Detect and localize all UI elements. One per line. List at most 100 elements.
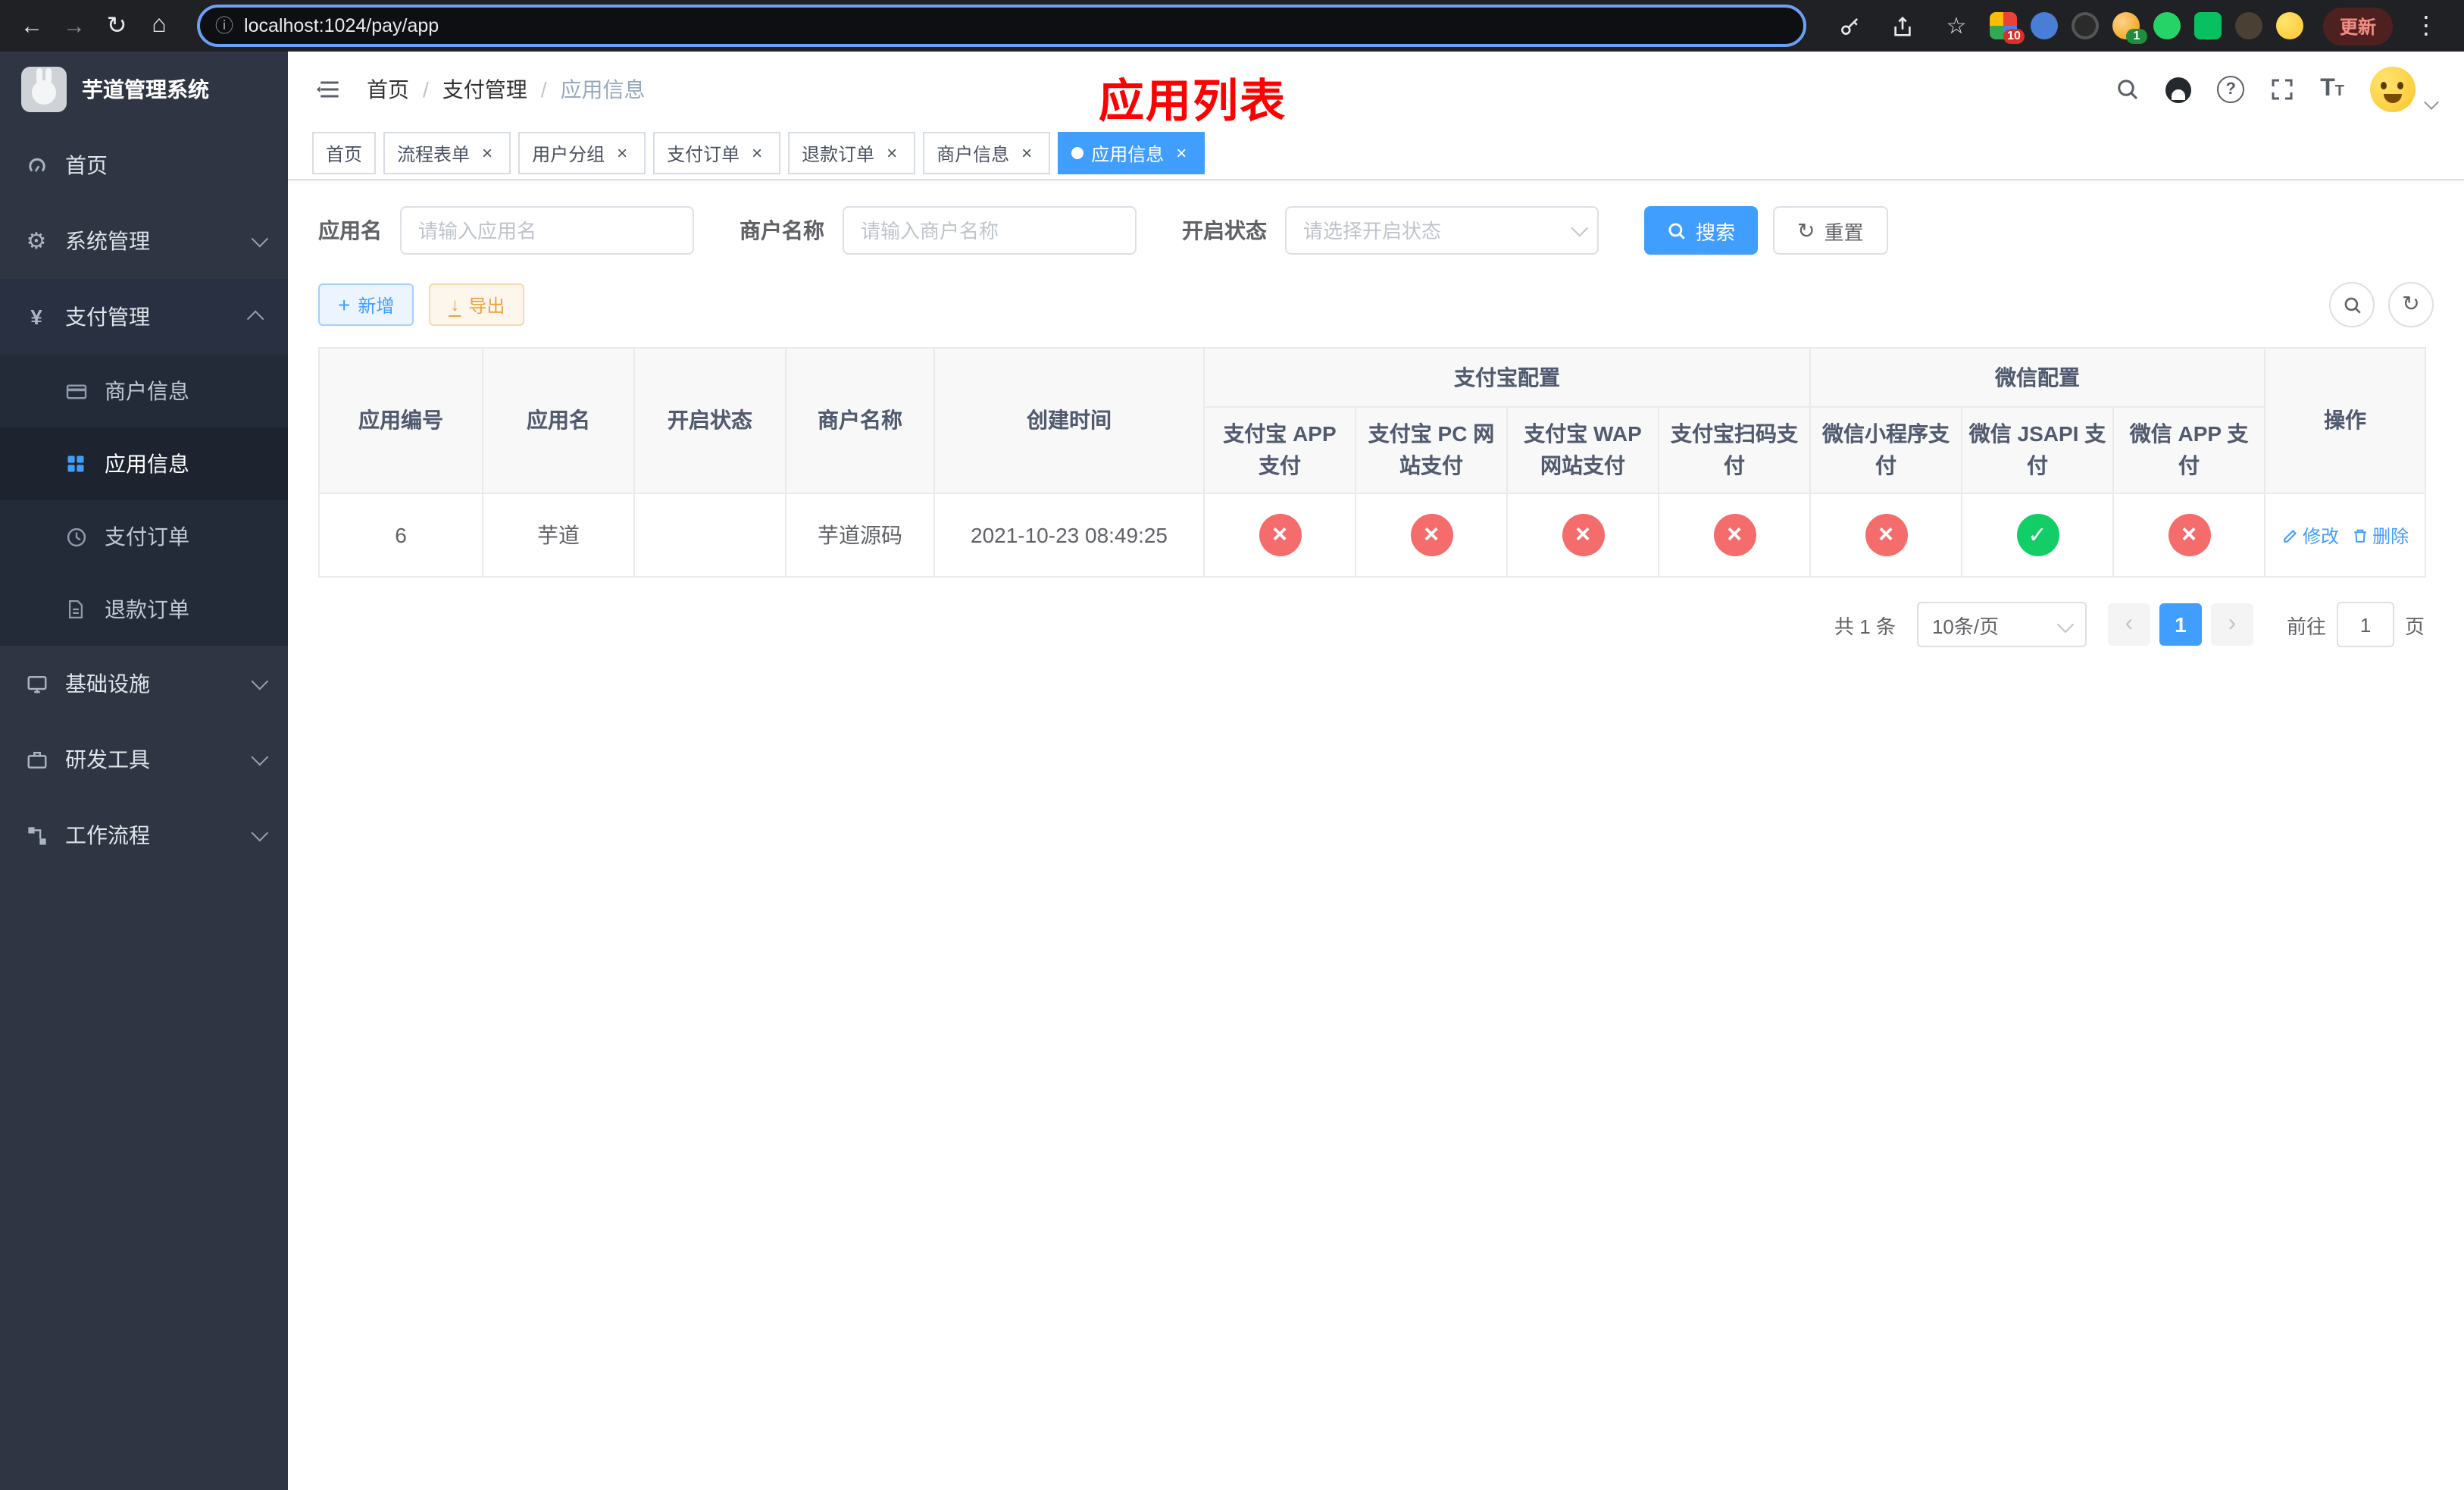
sidebar-item-workflow[interactable]: 工作流程: [0, 797, 288, 873]
pagination-total: 共 1 条: [1834, 615, 1896, 637]
page-1-button[interactable]: 1: [2159, 603, 2202, 646]
reset-button[interactable]: 重置: [1773, 206, 1888, 255]
status-label: 开启状态: [1182, 218, 1267, 243]
browser-toolbar: localhost:1024/pay/app 10 1: [0, 0, 2464, 52]
url-text[interactable]: localhost:1024/pay/app: [244, 15, 439, 36]
tab-label: 用户分组: [532, 143, 605, 164]
export-button[interactable]: 导出: [429, 283, 525, 326]
breadcrumb-section[interactable]: 支付管理: [442, 74, 527, 105]
col-header-merchant: 商户名称: [785, 347, 935, 494]
extension-icon[interactable]: 10: [1989, 12, 2025, 44]
close-icon[interactable]: [1171, 143, 1191, 163]
app-logo-row[interactable]: 芋道管理系统: [0, 52, 288, 127]
github-icon[interactable]: [2165, 77, 2192, 102]
tab-merchant-info[interactable]: 商户信息: [923, 132, 1051, 174]
header-actions: [2115, 67, 2439, 112]
refresh-icon: [2402, 291, 2419, 318]
refresh-table-button[interactable]: [2388, 282, 2434, 327]
tab-user-group[interactable]: 用户分组: [518, 132, 646, 174]
extension-icon[interactable]: [2234, 12, 2262, 39]
sidebar-item-infrastructure[interactable]: 基础设施: [0, 646, 288, 722]
page-size-value: 10条/页: [1931, 615, 2000, 637]
tab-label: 商户信息: [937, 143, 1010, 164]
back-icon[interactable]: [12, 6, 52, 45]
edit-button[interactable]: 修改: [2281, 522, 2339, 548]
sidebar-item-dev-tools[interactable]: 研发工具: [0, 722, 288, 797]
site-info-icon[interactable]: [215, 12, 233, 39]
browser-update-button[interactable]: 更新: [2322, 7, 2393, 45]
browser-window: localhost:1024/pay/app 10 1: [0, 0, 2464, 1490]
home-icon[interactable]: [139, 6, 179, 45]
extension-icon[interactable]: [2194, 12, 2222, 39]
fullscreen-icon[interactable]: [2270, 77, 2294, 102]
edit-button-label: 修改: [2303, 525, 2340, 546]
delete-button[interactable]: 删除: [2351, 522, 2409, 548]
extension-icon[interactable]: [2030, 12, 2058, 39]
disabled-x-icon: [1259, 514, 1301, 556]
avatar-chevron-down-icon[interactable]: [2424, 94, 2439, 109]
sidebar-item-app-info[interactable]: 应用信息: [0, 427, 288, 500]
close-icon[interactable]: [882, 143, 902, 163]
sidebar-item-home[interactable]: 首页: [0, 127, 288, 203]
col-header-alipay-pc: 支付宝 PC 网站支付: [1355, 406, 1508, 494]
tab-home[interactable]: 首页: [312, 132, 377, 174]
sidebar-item-label: 商户信息: [105, 379, 189, 403]
extension-icon[interactable]: [2153, 12, 2181, 39]
group-header-alipay: 支付宝配置: [1203, 347, 1811, 408]
search-icon[interactable]: [2115, 77, 2140, 102]
user-avatar[interactable]: [2370, 67, 2416, 112]
forward-icon[interactable]: [55, 6, 94, 45]
export-button-label: 导出: [468, 295, 505, 316]
document-icon: [64, 599, 88, 620]
close-icon[interactable]: [477, 143, 497, 163]
next-page-button[interactable]: [2210, 603, 2253, 646]
reset-button-label: 重置: [1824, 221, 1864, 243]
toggle-search-button[interactable]: [2329, 282, 2375, 327]
add-button[interactable]: 新增: [318, 283, 414, 326]
page-unit-label: 页: [2404, 615, 2425, 637]
address-bar[interactable]: localhost:1024/pay/app: [197, 5, 1806, 47]
plus-icon: [338, 293, 350, 316]
tab-payment-order[interactable]: 支付订单: [653, 132, 781, 174]
reload-icon[interactable]: [97, 6, 136, 45]
page-size-select[interactable]: 10条/页: [1916, 602, 2087, 647]
app-name-input[interactable]: [400, 206, 694, 255]
status-select[interactable]: [1285, 206, 1599, 255]
sidebar-item-refund-order[interactable]: 退款订单: [0, 573, 288, 646]
sidebar-fold-icon[interactable]: [315, 76, 342, 103]
tab-refund-order[interactable]: 退款订单: [788, 132, 916, 174]
sidebar-item-payment-order[interactable]: 支付订单: [0, 500, 288, 573]
tab-app-info[interactable]: 应用信息: [1058, 132, 1205, 174]
dashboard-icon: [24, 154, 48, 177]
breadcrumb-home[interactable]: 首页: [367, 74, 409, 105]
sidebar-item-payment-mgmt[interactable]: 支付管理: [0, 279, 288, 355]
sidebar: 芋道管理系统 首页 系统管理 支付管理: [0, 52, 288, 1490]
sidebar-item-label: 研发工具: [65, 747, 150, 772]
disabled-x-icon: [2168, 514, 2211, 556]
password-key-icon[interactable]: [1831, 6, 1870, 45]
close-icon[interactable]: [1017, 143, 1037, 163]
profile-avatar-icon[interactable]: [2275, 12, 2303, 39]
goto-page-input[interactable]: [2336, 602, 2394, 647]
tab-label: 应用信息: [1091, 143, 1165, 164]
workflow-icon: [24, 824, 48, 847]
merchant-name-input[interactable]: [843, 206, 1137, 255]
prev-page-button[interactable]: [2107, 603, 2150, 646]
extension-icon[interactable]: [2071, 12, 2099, 39]
bookmark-star-icon[interactable]: [1937, 6, 1976, 45]
table-toolbar: 新增 导出: [318, 282, 2434, 327]
share-icon[interactable]: [1884, 6, 1923, 45]
search-button[interactable]: 搜索: [1644, 206, 1759, 255]
payment-submenu: 商户信息 应用信息 支付订单 退款订单: [0, 355, 288, 646]
help-icon[interactable]: [2217, 76, 2245, 103]
browser-menu-icon[interactable]: [2406, 6, 2446, 45]
sidebar-item-merchant-info[interactable]: 商户信息: [0, 355, 288, 427]
tab-process-form[interactable]: 流程表单: [383, 132, 511, 174]
sidebar-item-system-mgmt[interactable]: 系统管理: [0, 203, 288, 279]
close-icon[interactable]: [747, 143, 767, 163]
breadcrumb-separator: [423, 77, 429, 102]
sidebar-item-label: 支付订单: [105, 524, 189, 549]
profile-extension-icon[interactable]: 1: [2112, 12, 2147, 44]
font-size-icon[interactable]: [2320, 76, 2344, 103]
close-icon[interactable]: [612, 143, 632, 163]
